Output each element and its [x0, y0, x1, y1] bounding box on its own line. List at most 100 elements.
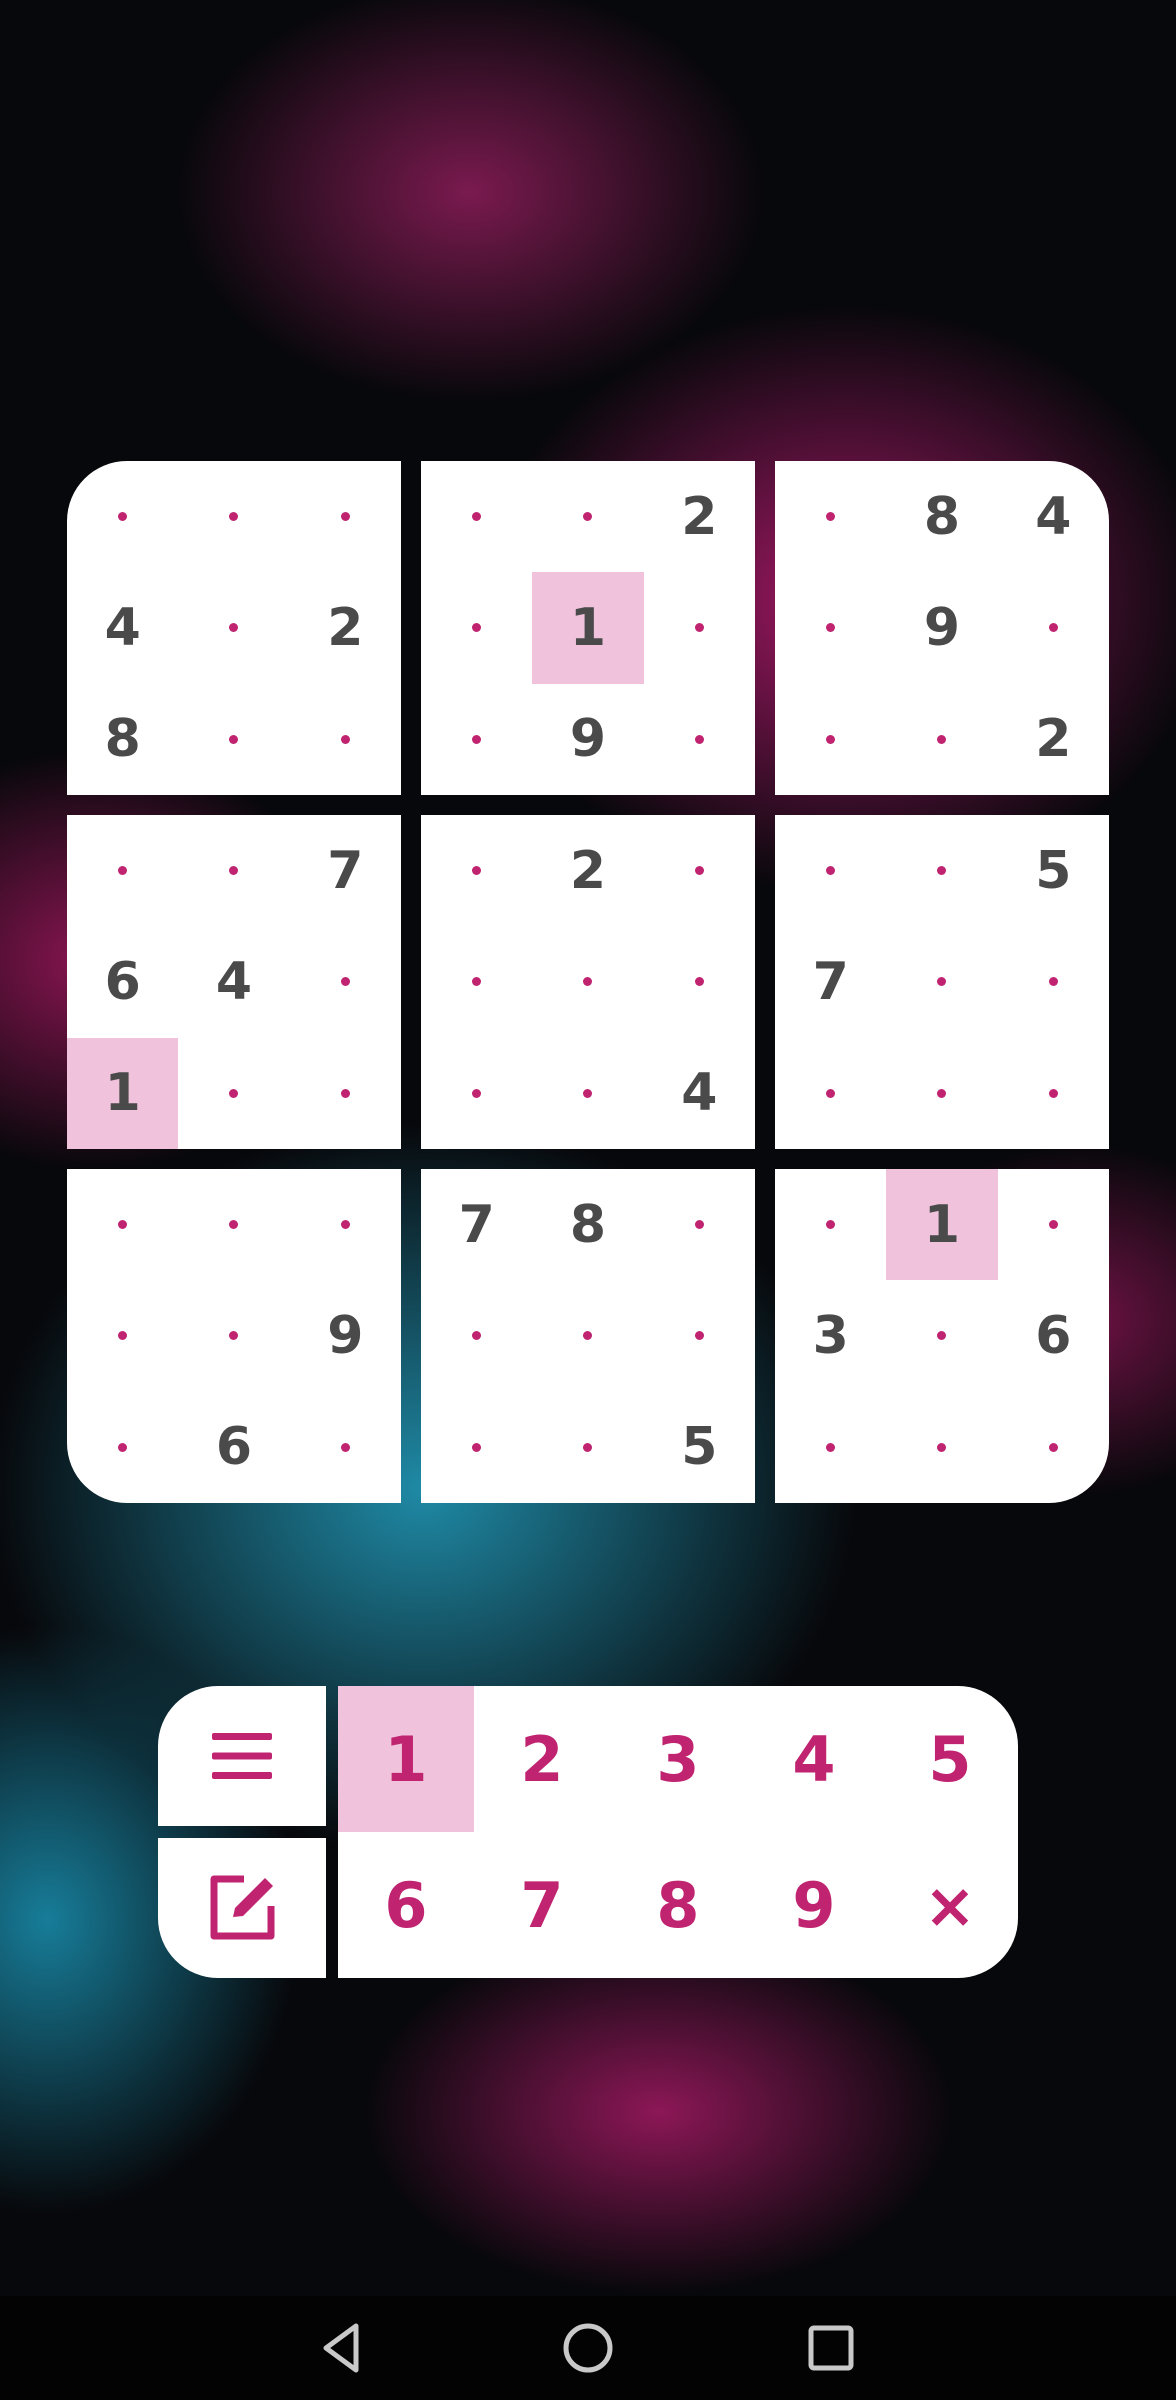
sudoku-cell[interactable] [644, 572, 755, 683]
sudoku-cell[interactable] [532, 461, 643, 572]
sudoku-cell[interactable] [886, 815, 997, 926]
empty-cell-dot [118, 1220, 128, 1230]
sudoku-cell[interactable]: 6 [998, 1280, 1109, 1391]
sudoku-cell[interactable]: 1 [886, 1169, 998, 1281]
sudoku-cell[interactable]: 4 [644, 1038, 755, 1149]
sudoku-cell[interactable]: 4 [178, 926, 289, 1037]
sudoku-cell[interactable]: 2 [532, 815, 643, 926]
sudoku-cell[interactable] [998, 572, 1109, 683]
sudoku-cell[interactable]: 2 [290, 572, 401, 683]
sudoku-cell[interactable]: 7 [421, 1169, 532, 1280]
sudoku-cell[interactable] [421, 926, 532, 1037]
sudoku-cell[interactable] [532, 1038, 643, 1149]
digit-key-6[interactable]: 6 [338, 1832, 474, 1978]
sudoku-cell[interactable] [644, 815, 755, 926]
sudoku-cell[interactable]: 5 [998, 815, 1109, 926]
digit-key-7[interactable]: 7 [474, 1832, 610, 1978]
empty-cell-dot [229, 866, 239, 876]
notes-mode-button[interactable] [158, 1838, 326, 1978]
sudoku-cell[interactable] [178, 572, 289, 683]
sudoku-cell[interactable]: 4 [998, 461, 1109, 572]
sudoku-cell[interactable] [886, 926, 997, 1037]
digit-key-5[interactable]: 5 [882, 1686, 1018, 1832]
menu-button[interactable] [158, 1686, 326, 1826]
sudoku-cell[interactable] [644, 1280, 755, 1391]
sudoku-cell[interactable] [532, 1392, 643, 1503]
sudoku-cell[interactable]: 3 [775, 1280, 886, 1391]
sudoku-cell[interactable]: 4 [67, 572, 178, 683]
sudoku-cell[interactable] [178, 461, 289, 572]
sudoku-cell[interactable] [290, 461, 401, 572]
digit-key-1[interactable]: 1 [338, 1686, 474, 1832]
sudoku-cell[interactable]: 9 [532, 684, 643, 795]
sudoku-cell[interactable] [532, 926, 643, 1037]
sudoku-cell[interactable] [67, 461, 178, 572]
sudoku-cell[interactable] [532, 1280, 643, 1391]
sudoku-cell[interactable] [775, 1169, 886, 1280]
sudoku-cell[interactable] [775, 572, 886, 683]
sudoku-cell[interactable] [67, 1280, 178, 1391]
sudoku-cell[interactable]: 6 [67, 926, 178, 1037]
sudoku-cell[interactable] [886, 1392, 997, 1503]
sudoku-cell[interactable] [67, 815, 178, 926]
sudoku-cell[interactable]: 2 [644, 461, 755, 572]
sudoku-cell[interactable] [178, 1169, 289, 1280]
sudoku-cell[interactable] [178, 1280, 289, 1391]
digit-key-8[interactable]: 8 [610, 1832, 746, 1978]
sudoku-cell[interactable] [644, 684, 755, 795]
sudoku-cell[interactable] [290, 926, 401, 1037]
sudoku-cell[interactable]: 2 [998, 684, 1109, 795]
sudoku-cell[interactable] [886, 684, 997, 795]
sudoku-cell[interactable] [178, 815, 289, 926]
sudoku-cell[interactable] [775, 461, 886, 572]
sudoku-cell[interactable] [421, 1280, 532, 1391]
sudoku-cell[interactable] [290, 1038, 401, 1149]
sudoku-cell[interactable] [775, 1392, 886, 1503]
sudoku-cell[interactable] [290, 1392, 401, 1503]
sudoku-cell[interactable] [644, 1169, 755, 1280]
sudoku-cell[interactable] [421, 1392, 532, 1503]
sudoku-cell[interactable]: 1 [67, 1037, 179, 1149]
sudoku-cell[interactable]: 5 [644, 1392, 755, 1503]
sudoku-cell[interactable] [290, 1169, 401, 1280]
sudoku-cell[interactable]: 6 [178, 1392, 289, 1503]
sudoku-cell[interactable]: 1 [532, 572, 644, 684]
sudoku-cell[interactable] [421, 815, 532, 926]
sudoku-cell[interactable] [421, 461, 532, 572]
sudoku-cell[interactable] [998, 1038, 1109, 1149]
sudoku-cell[interactable]: 9 [886, 572, 997, 683]
sudoku-cell[interactable] [998, 926, 1109, 1037]
empty-cell-dot [583, 512, 593, 522]
back-button[interactable] [302, 2308, 382, 2388]
sudoku-cell[interactable]: 8 [532, 1169, 643, 1280]
sudoku-cell[interactable]: 8 [67, 684, 178, 795]
sudoku-cell[interactable] [421, 684, 532, 795]
cell-digit: 2 [681, 486, 718, 547]
sudoku-cell[interactable] [998, 1392, 1109, 1503]
sudoku-cell[interactable] [67, 1169, 178, 1280]
home-button[interactable] [548, 2308, 628, 2388]
sudoku-cell[interactable] [67, 1392, 178, 1503]
sudoku-cell[interactable] [998, 1169, 1109, 1280]
sudoku-cell[interactable]: 8 [886, 461, 997, 572]
digit-key-3[interactable]: 3 [610, 1686, 746, 1832]
sudoku-cell[interactable]: 7 [290, 815, 401, 926]
sudoku-cell[interactable] [178, 1038, 289, 1149]
recents-button[interactable] [791, 2308, 871, 2388]
clear-key[interactable]: × [882, 1832, 1018, 1978]
sudoku-cell[interactable] [775, 684, 886, 795]
digit-key-4[interactable]: 4 [746, 1686, 882, 1832]
sudoku-cell[interactable]: 9 [290, 1280, 401, 1391]
sudoku-cell[interactable] [421, 572, 532, 683]
digit-key-2[interactable]: 2 [474, 1686, 610, 1832]
sudoku-cell[interactable] [775, 1038, 886, 1149]
sudoku-cell[interactable] [644, 926, 755, 1037]
sudoku-cell[interactable] [178, 684, 289, 795]
sudoku-cell[interactable]: 7 [775, 926, 886, 1037]
sudoku-cell[interactable] [290, 684, 401, 795]
sudoku-cell[interactable] [886, 1280, 997, 1391]
sudoku-cell[interactable] [775, 815, 886, 926]
digit-key-9[interactable]: 9 [746, 1832, 882, 1978]
sudoku-cell[interactable] [886, 1038, 997, 1149]
sudoku-cell[interactable] [421, 1038, 532, 1149]
